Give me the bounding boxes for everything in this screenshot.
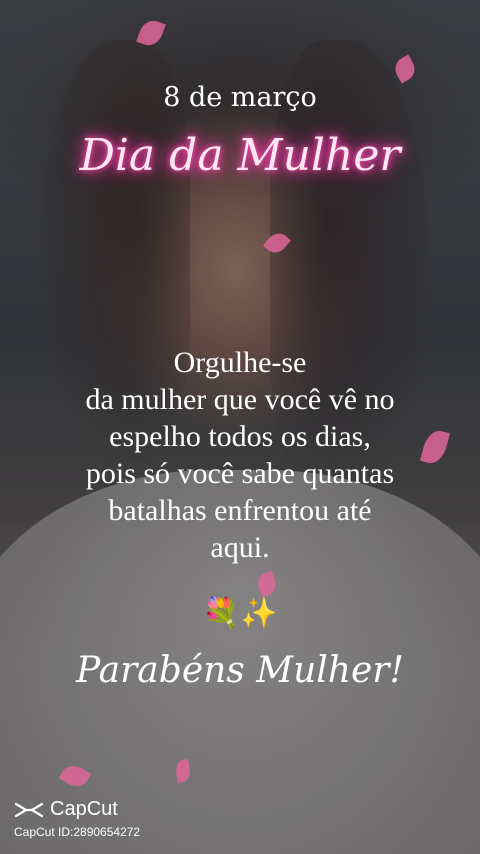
- capcut-brand: CapCut: [50, 798, 118, 820]
- message-line: pois só você sabe quantas: [85, 457, 395, 490]
- message-line: da mulher que você vê no: [85, 383, 395, 416]
- message-line: batalhas enfrentou até: [108, 494, 372, 527]
- capcut-logo-icon: [14, 802, 44, 817]
- capcut-id: CapCut ID:2890654272: [14, 825, 141, 839]
- message-text: Orgulhe-se da mulher que você vê no espe…: [0, 344, 480, 566]
- message-line: Orgulhe-se: [173, 346, 307, 379]
- capcut-watermark: CapCut CapCut ID:2890654272: [14, 798, 140, 839]
- message-line: aqui.: [210, 531, 270, 564]
- bouquet-sparkles-icon: 💐✨: [202, 596, 278, 631]
- message-line: espelho todos os dias,: [109, 420, 371, 453]
- closing-greeting: Parabéns Mulher!: [76, 650, 404, 691]
- page-title: Dia da Mulher: [79, 130, 401, 181]
- greeting-card: 8 de março Dia da Mulher Orgulhe-se da m…: [0, 0, 480, 854]
- date-heading: 8 de março: [163, 82, 317, 113]
